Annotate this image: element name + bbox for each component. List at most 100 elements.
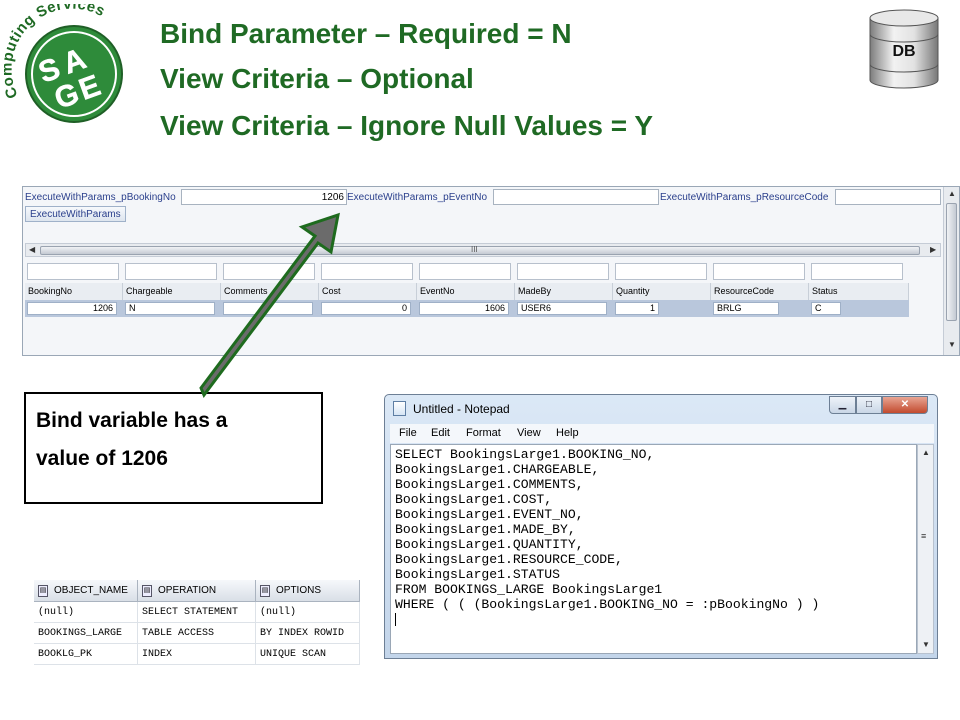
column-header-status[interactable]: Status <box>809 283 909 300</box>
cell-made-by[interactable]: USER6 <box>517 302 607 315</box>
table-row[interactable]: BOOKINGS_LARGE TABLE ACCESS BY INDEX ROW… <box>34 623 360 644</box>
table-row-cell: 0 <box>319 300 417 317</box>
plan-cell: INDEX <box>138 644 256 665</box>
scroll-up-icon[interactable]: ▲ <box>922 448 930 457</box>
param-label-resource-code: ExecuteWithParams_pResourceCode <box>660 192 829 203</box>
horizontal-scrollbar[interactable]: ◀ III ▶ <box>25 243 941 257</box>
cell-quantity[interactable]: 1 <box>615 302 659 315</box>
scroll-down-icon[interactable]: ▼ <box>948 340 956 349</box>
filter-event-no[interactable] <box>419 263 511 280</box>
filter-made-by[interactable] <box>517 263 609 280</box>
text-caret <box>395 613 396 627</box>
notepad-app-icon <box>393 401 406 416</box>
plan-header-operation[interactable]: ▤ OPERATION <box>138 580 256 602</box>
maximize-icon: □ <box>865 399 873 410</box>
menu-view[interactable]: View <box>517 427 541 439</box>
table-row-cell: USER6 <box>515 300 613 317</box>
column-header-resource-code[interactable]: ResourceCode <box>711 283 809 300</box>
column-type-icon: ▤ <box>38 585 48 597</box>
slide-title-line-1: Bind Parameter – Required = N <box>160 18 572 49</box>
param-booking-no-input[interactable] <box>181 189 347 205</box>
cell-comments[interactable] <box>223 302 313 315</box>
vertical-scroll-thumb[interactable] <box>946 203 957 321</box>
sql-line: BookingsLarge1.COST, <box>395 492 553 507</box>
text-caret-line <box>395 612 912 627</box>
horizontal-scroll-thumb[interactable]: III <box>40 245 920 255</box>
table-row-cell: N <box>123 300 221 317</box>
slide-title-line-2: View Criteria – Optional <box>160 63 474 94</box>
minimize-button[interactable]: ▁ <box>829 396 856 414</box>
notepad-window: Untitled - Notepad ▁ □ ✕ File Edit Forma… <box>384 394 938 659</box>
scroll-up-icon[interactable]: ▲ <box>948 189 956 198</box>
sql-line: BookingsLarge1.COMMENTS, <box>395 477 584 492</box>
close-button[interactable]: ✕ <box>882 396 928 414</box>
table-row-cell <box>221 300 319 317</box>
param-resource-code-input[interactable] <box>835 189 941 205</box>
filter-comments[interactable] <box>223 263 315 280</box>
menu-help[interactable]: Help <box>556 427 579 439</box>
table-row-cell: 1 <box>613 300 711 317</box>
sql-line: BookingsLarge1.CHARGEABLE, <box>395 462 600 477</box>
cell-event-no[interactable]: 1606 <box>419 302 509 315</box>
filter-status[interactable] <box>811 263 903 280</box>
sql-line: BookingsLarge1.MADE_BY, <box>395 522 576 537</box>
menu-file[interactable]: File <box>399 427 417 439</box>
vertical-scrollbar[interactable]: ▲ ▼ <box>943 187 959 355</box>
plan-cell: BOOKLG_PK <box>34 644 138 665</box>
plan-cell: (null) <box>34 602 138 623</box>
cell-resource-code[interactable]: BRLG <box>713 302 779 315</box>
maximize-button[interactable]: □ <box>856 396 882 414</box>
column-header-made-by[interactable]: MadeBy <box>515 283 613 300</box>
param-label-event-no: ExecuteWithParams_pEventNo <box>347 192 488 203</box>
close-icon: ✕ <box>900 399 910 410</box>
filter-booking-no[interactable] <box>27 263 119 280</box>
scroll-grip: III <box>471 245 478 254</box>
minimize-icon: ▁ <box>838 399 847 410</box>
cell-cost[interactable]: 0 <box>321 302 411 315</box>
sql-line: BookingsLarge1.EVENT_NO, <box>395 507 584 522</box>
bind-variable-callout: Bind variable has a value of 1206 <box>24 392 323 504</box>
sql-line: WHERE ( ( (BookingsLarge1.BOOKING_NO = :… <box>395 597 820 612</box>
execute-with-params-button[interactable]: ExecuteWithParams <box>25 206 126 222</box>
table-row[interactable]: BOOKLG_PK INDEX UNIQUE SCAN <box>34 644 360 665</box>
notepad-text-area[interactable]: SELECT BookingsLarge1.BOOKING_NO, Bookin… <box>390 444 917 654</box>
sage-computing-services-logo: Computing Services S A G E <box>4 4 123 123</box>
menu-bar: File Edit Format View Help <box>390 424 934 443</box>
sql-line: BookingsLarge1.RESOURCE_CODE, <box>395 552 623 567</box>
callout-line-2: value of 1206 <box>36 447 168 470</box>
plan-header-object-name[interactable]: ▤ OBJECT_NAME <box>34 580 138 602</box>
notepad-vertical-scrollbar[interactable]: ▲ ≡ ▼ <box>917 444 934 654</box>
column-header-cost[interactable]: Cost <box>319 283 417 300</box>
cell-status[interactable]: C <box>811 302 841 315</box>
scroll-grip-icon: ≡ <box>921 531 927 541</box>
column-header-chargeable[interactable]: Chargeable <box>123 283 221 300</box>
column-header-event-no[interactable]: EventNo <box>417 283 515 300</box>
menu-format[interactable]: Format <box>466 427 501 439</box>
cell-booking-no[interactable]: 1206 <box>27 302 117 315</box>
filter-quantity[interactable] <box>615 263 707 280</box>
filter-cost[interactable] <box>321 263 413 280</box>
svg-text:DB: DB <box>892 43 915 60</box>
plan-cell: TABLE ACCESS <box>138 623 256 644</box>
table-row[interactable]: (null) SELECT STATEMENT (null) <box>34 602 360 623</box>
param-event-no-input[interactable] <box>493 189 659 205</box>
plan-cell: BOOKINGS_LARGE <box>34 623 138 644</box>
column-type-icon: ▤ <box>260 585 270 597</box>
plan-header-options[interactable]: ▤ OPTIONS <box>256 580 360 602</box>
explain-plan-header: ▤ OBJECT_NAME ▤ OPERATION ▤ OPTIONS <box>34 580 360 602</box>
cell-chargeable[interactable]: N <box>125 302 215 315</box>
column-header-comments[interactable]: Comments <box>221 283 319 300</box>
menu-edit[interactable]: Edit <box>431 427 450 439</box>
scroll-down-icon[interactable]: ▼ <box>922 640 930 649</box>
column-header-quantity[interactable]: Quantity <box>613 283 711 300</box>
adf-query-test-panel: ExecuteWithParams_pBookingNo ExecuteWith… <box>22 186 960 356</box>
plan-cell: BY INDEX ROWID <box>256 623 360 644</box>
scroll-right-icon[interactable]: ▶ <box>930 244 936 256</box>
scroll-left-icon[interactable]: ◀ <box>29 244 35 256</box>
table-row-cell: 1606 <box>417 300 515 317</box>
column-type-icon: ▤ <box>142 585 152 597</box>
plan-cell: SELECT STATEMENT <box>138 602 256 623</box>
filter-chargeable[interactable] <box>125 263 217 280</box>
column-header-booking-no[interactable]: BookingNo <box>25 283 123 300</box>
filter-resource-code[interactable] <box>713 263 805 280</box>
